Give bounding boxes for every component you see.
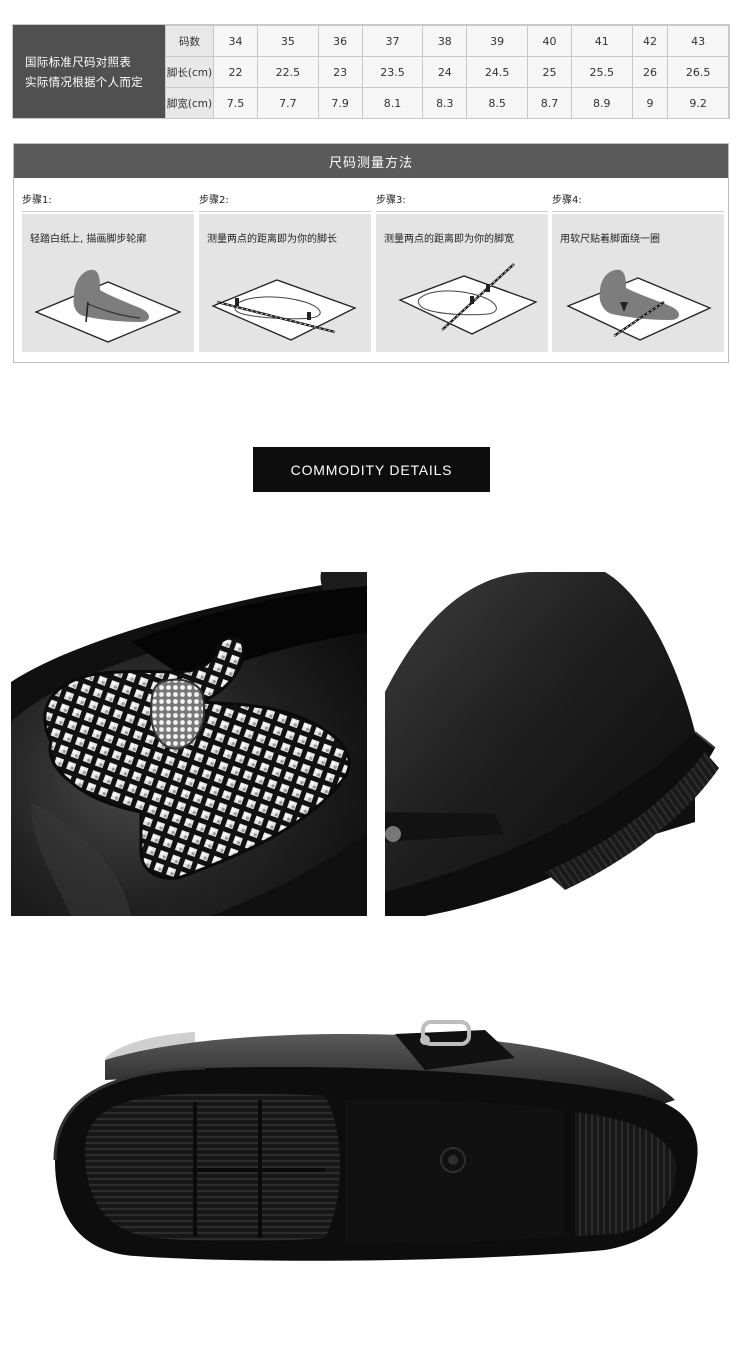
step-text: 用软尺贴着脚面绕一圈: [560, 234, 660, 245]
width-ruler-icon: [398, 263, 538, 335]
step-divider: [199, 211, 371, 212]
step-text: 测量两点的距离即为你的脚长: [207, 234, 337, 245]
foot-length-cell: 26.5: [667, 56, 729, 88]
row-header-foot-width: 脚宽(cm): [165, 87, 214, 119]
size-cell: 38: [422, 25, 468, 57]
size-chart-caption-line2: 实际情况根据个人而定: [25, 74, 143, 89]
size-cell: 43: [667, 25, 729, 57]
step-divider: [376, 211, 548, 212]
foot-length-cell: 24.5: [466, 56, 528, 88]
measure-step-2: 步骤2: 测量两点的距离即为你的脚长: [199, 194, 371, 352]
step-label: 步骤4:: [552, 195, 582, 206]
size-cell: 35: [257, 25, 319, 57]
size-cell: 37: [361, 25, 424, 57]
measurement-steps: 步骤1: 轻踏白纸上, 描画脚步轮廓 步骤2: 测量两点的距离即为你的脚长 步骤…: [22, 194, 724, 354]
foot-width-row: 脚宽(cm) 7.5 7.7 7.9 8.1 8.3 8.5 8.7 8.9 9…: [165, 87, 729, 119]
bow-closeup-photo: [11, 572, 367, 916]
step-panel: 测量两点的距离即为你的脚宽: [376, 214, 548, 352]
foot-length-cell: 24: [422, 56, 468, 88]
size-cell: 34: [213, 25, 258, 57]
step-text: 测量两点的距离即为你的脚宽: [384, 234, 514, 245]
length-ruler-icon: [211, 279, 357, 341]
foot-length-cell: 22: [213, 56, 258, 88]
foot-outline-icon: [34, 269, 182, 343]
step-panel: 测量两点的距离即为你的脚长: [199, 214, 371, 352]
step-divider: [552, 211, 724, 212]
foot-length-cell: 23.5: [361, 56, 424, 88]
measure-step-4: 步骤4: 用软尺贴着脚面绕一圈: [552, 194, 724, 352]
row-header-size: 码数: [165, 25, 214, 57]
size-cell: 39: [466, 25, 528, 57]
size-chart: 国际标准尺码对照表 实际情况根据个人而定 码数 34 35 36 37 38 3…: [12, 24, 730, 119]
size-cell: 36: [317, 25, 363, 57]
foot-width-cell: 7.9: [317, 87, 363, 119]
foot-length-cell: 23: [317, 56, 363, 88]
tape-wrap-icon: [566, 269, 712, 341]
commodity-details-banner: COMMODITY DETAILS: [253, 447, 490, 492]
size-table: 码数 34 35 36 37 38 39 40 41 42 43 脚长(cm) …: [165, 25, 729, 119]
foot-width-cell: 7.7: [257, 87, 319, 119]
foot-width-cell: 8.9: [570, 87, 633, 119]
measurement-title: 尺码测量方法: [14, 144, 728, 178]
step-divider: [22, 211, 194, 212]
step-panel: 用软尺贴着脚面绕一圈: [552, 214, 724, 352]
step-label: 步骤1:: [22, 195, 52, 206]
measurement-section: 尺码测量方法 步骤1: 轻踏白纸上, 描画脚步轮廓 步骤2: 测量两点的距离即为…: [13, 143, 729, 363]
sole-photo: [45, 1010, 705, 1265]
size-cell: 42: [631, 25, 669, 57]
foot-width-cell: 8.1: [361, 87, 424, 119]
size-row: 码数 34 35 36 37 38 39 40 41 42 43: [165, 25, 729, 57]
size-chart-caption-line1: 国际标准尺码对照表: [25, 54, 132, 69]
heel-closeup-photo: [385, 572, 732, 916]
step-label: 步骤2:: [199, 195, 229, 206]
size-chart-caption: 国际标准尺码对照表 实际情况根据个人而定: [13, 25, 165, 118]
row-header-foot-length: 脚长(cm): [165, 56, 214, 88]
foot-width-cell: 7.5: [213, 87, 258, 119]
step-text: 轻踏白纸上, 描画脚步轮廓: [30, 234, 147, 245]
size-cell: 40: [526, 25, 572, 57]
foot-width-cell: 9.2: [667, 87, 729, 119]
size-cell: 41: [570, 25, 633, 57]
outsole-image: [45, 1010, 705, 1265]
heel-image: [385, 572, 732, 916]
foot-length-cell: 26: [631, 56, 669, 88]
rhinestone-bow-image: [11, 572, 367, 916]
step-label: 步骤3:: [376, 195, 406, 206]
step-panel: 轻踏白纸上, 描画脚步轮廓: [22, 214, 194, 352]
foot-length-cell: 22.5: [257, 56, 319, 88]
foot-width-cell: 8.7: [526, 87, 572, 119]
foot-width-cell: 8.5: [466, 87, 528, 119]
foot-length-cell: 25.5: [570, 56, 633, 88]
foot-length-row: 脚长(cm) 22 22.5 23 23.5 24 24.5 25 25.5 2…: [165, 56, 729, 88]
foot-length-cell: 25: [526, 56, 572, 88]
foot-width-cell: 9: [631, 87, 669, 119]
measure-step-3: 步骤3: 测量两点的距离即为你的脚宽: [376, 194, 548, 352]
measure-step-1: 步骤1: 轻踏白纸上, 描画脚步轮廓: [22, 194, 194, 352]
foot-width-cell: 8.3: [422, 87, 468, 119]
